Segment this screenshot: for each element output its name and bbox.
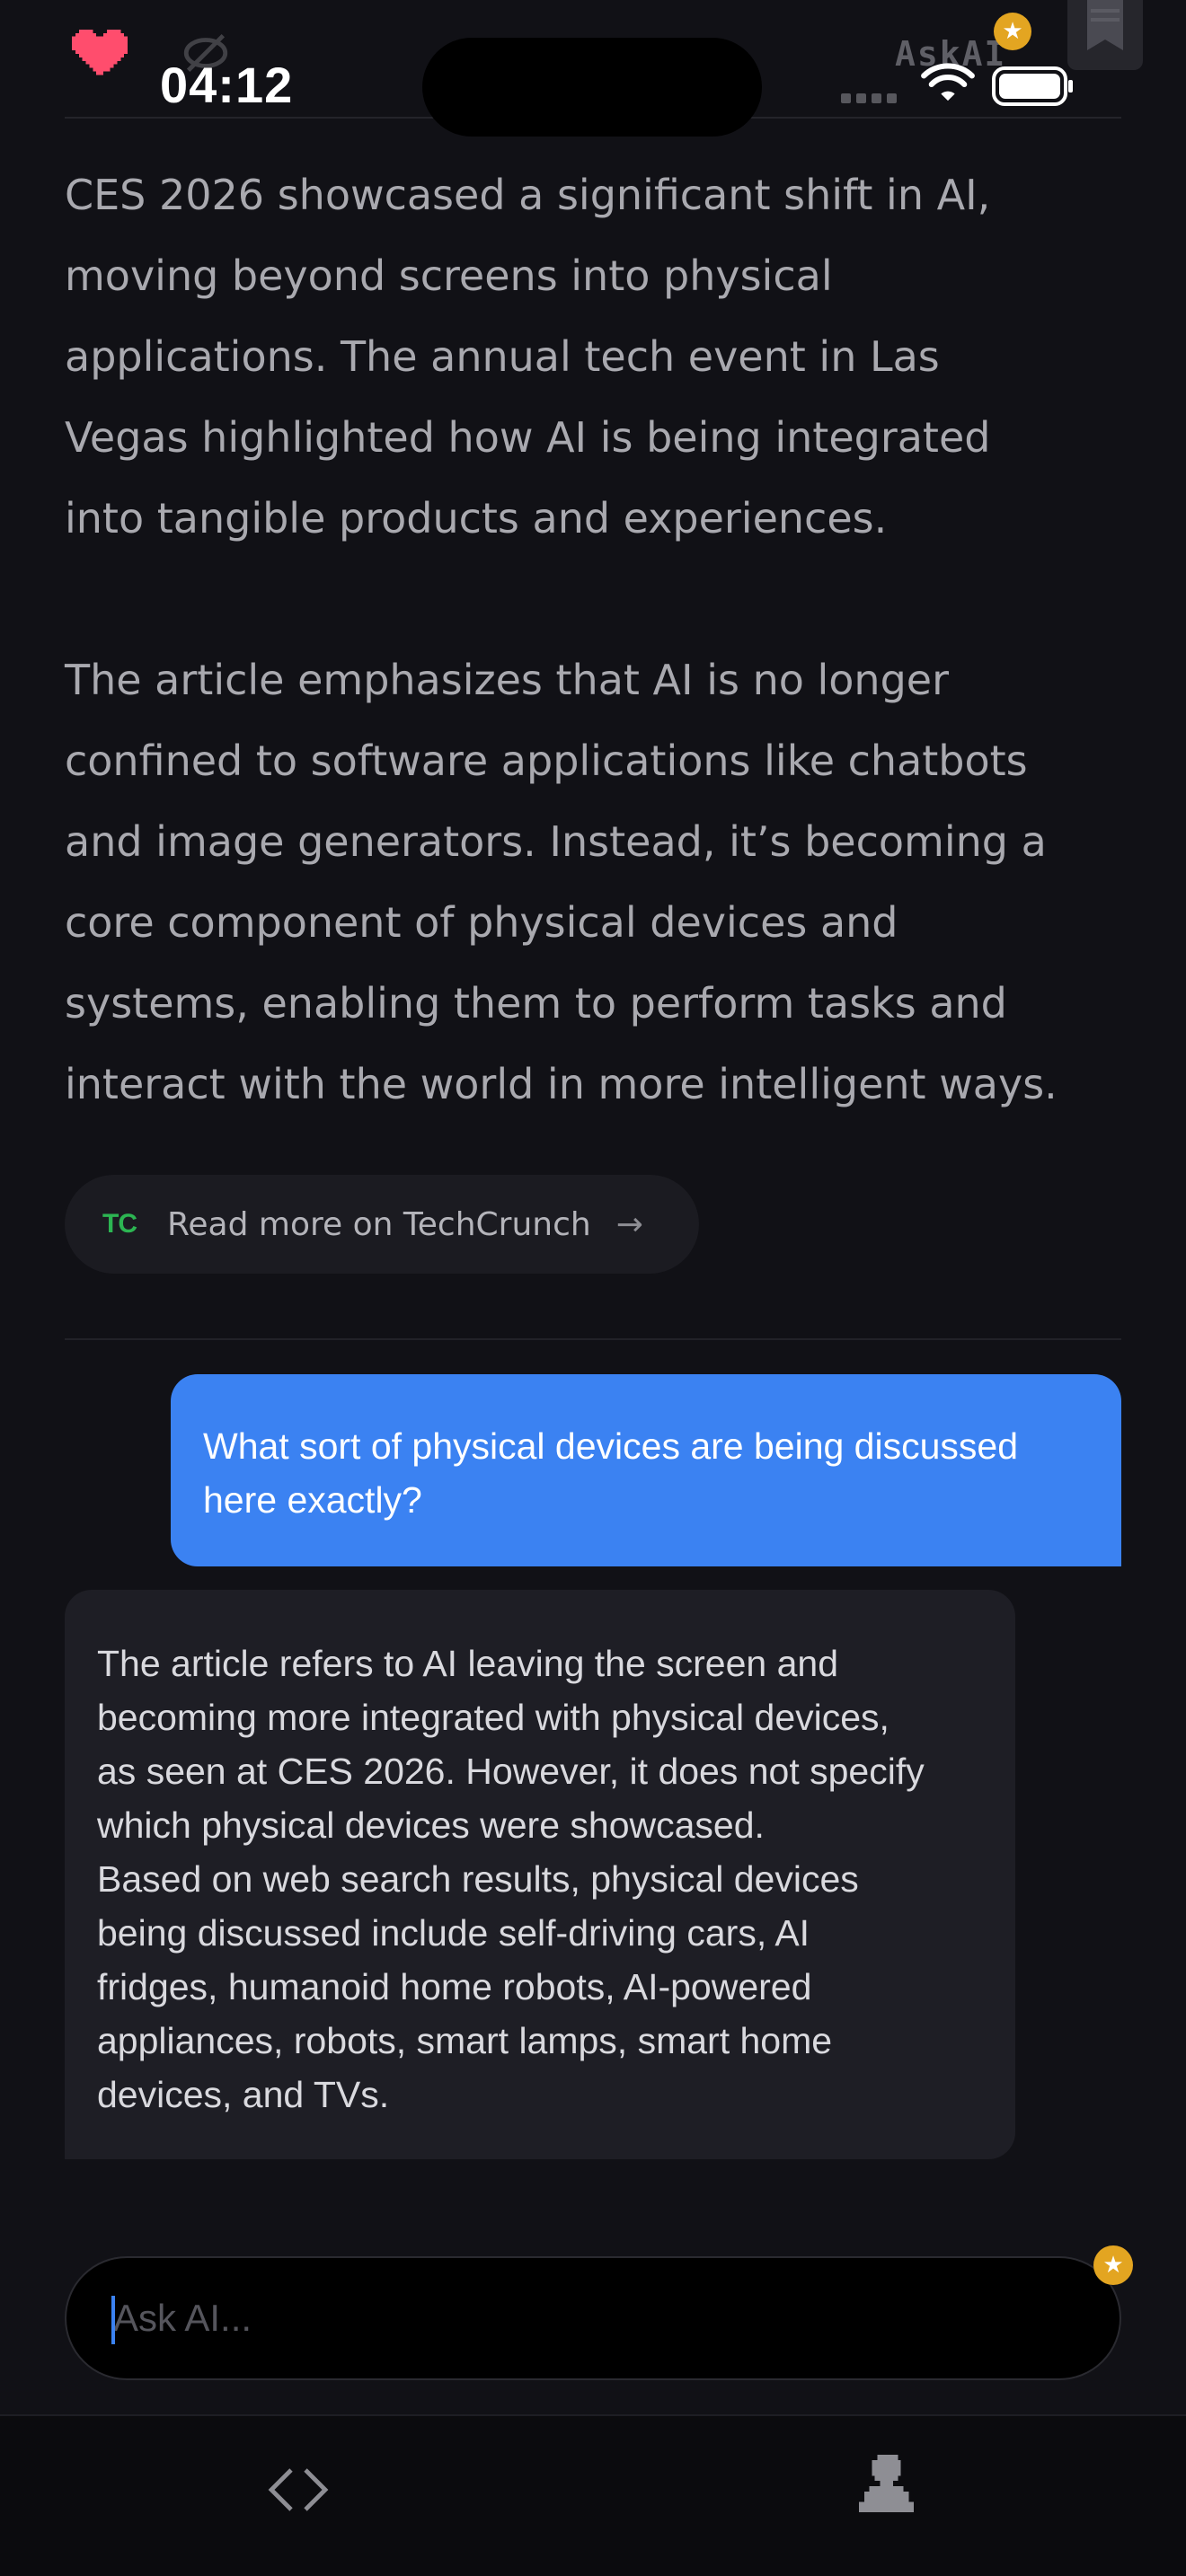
arrow-right-icon: → xyxy=(615,1205,643,1243)
cellular-signal-icon xyxy=(841,93,902,106)
divider xyxy=(65,1338,1121,1340)
status-time: 04:12 xyxy=(160,57,294,113)
profile-icon[interactable] xyxy=(855,2452,920,2515)
wifi-icon xyxy=(921,63,975,101)
article-paragraph: CES 2026 showcased a significant shift i… xyxy=(65,171,991,543)
article-summary: CES 2026 showcased a significant shift i… xyxy=(65,154,1143,1125)
ai-message-text: The article refers to AI leaving the scr… xyxy=(97,1643,925,1846)
status-bar: 04:12 AskAI ★ xyxy=(0,0,1186,137)
battery-icon xyxy=(992,66,1073,106)
text-caret xyxy=(111,2296,115,2344)
ask-ai-input[interactable] xyxy=(66,2258,1120,2378)
heart-icon[interactable] xyxy=(72,29,128,79)
read-more-techcrunch-button[interactable]: TC Read more on TechCrunch → xyxy=(65,1175,699,1274)
ask-ai-input-container[interactable] xyxy=(65,2256,1121,2380)
chat-screen: 04:12 AskAI ★ CES 2026 showcased a signi… xyxy=(0,0,1186,2576)
user-message: What sort of physical devices are being … xyxy=(171,1374,1121,1566)
read-more-label: Read more on TechCrunch xyxy=(167,1205,591,1243)
ai-message-text: Based on web search results, physical de… xyxy=(97,1858,859,2115)
premium-badge-icon: ★ xyxy=(994,13,1031,50)
dynamic-island xyxy=(422,38,762,137)
ai-message: The article refers to AI leaving the scr… xyxy=(65,1590,1015,2159)
techcrunch-logo-icon: TC xyxy=(102,1209,137,1239)
code-icon[interactable] xyxy=(266,2463,331,2517)
article-paragraph: The article emphasizes that AI is no lon… xyxy=(65,656,1058,1108)
bottom-nav xyxy=(0,2414,1186,2576)
bookmark-icon[interactable] xyxy=(1067,0,1143,70)
premium-badge-icon: ★ xyxy=(1093,2245,1133,2285)
user-message-text: What sort of physical devices are being … xyxy=(203,1425,1019,1521)
